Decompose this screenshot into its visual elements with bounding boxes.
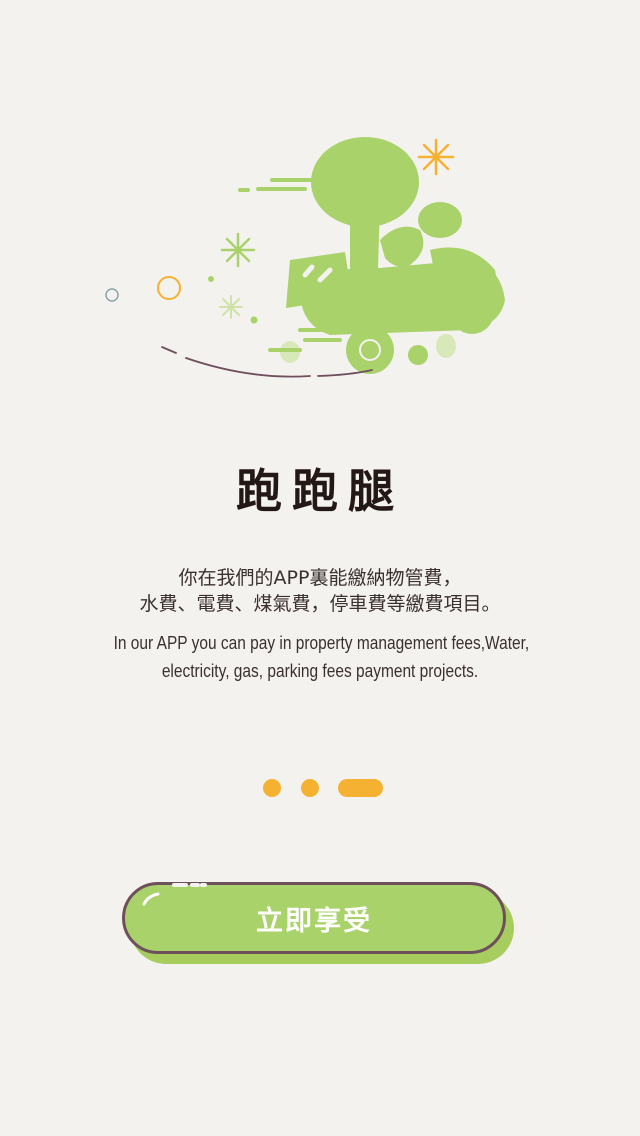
button-gloss-decoration	[142, 883, 207, 906]
description-zh: 你在我們的APP裏能繳納物管費， 水費、電費、煤氣費，停車費等繳費項目。	[60, 565, 580, 617]
cta-button-wrapper: 立即享受	[122, 882, 518, 970]
pagination-dot-2[interactable]	[301, 779, 319, 797]
delivery-scooter-illustration	[105, 137, 505, 378]
pagination-dot-3-active[interactable]	[338, 779, 383, 797]
description-zh-line-2: 水費、電費、煤氣費，停車費等繳費項目。	[139, 593, 501, 615]
description-en-line-2: electricity, gas, parking fees payment p…	[161, 661, 479, 681]
pagination-dots	[0, 779, 640, 797]
description-en-line-1: In our APP you can pay in property manag…	[113, 633, 530, 653]
page-title: 跑跑腿	[236, 464, 404, 518]
description-zh-line-1: 你在我們的APP裏能繳納物管費，	[178, 567, 462, 589]
description-en: In our APP you can pay in property manag…	[113, 629, 530, 685]
pagination-dot-1[interactable]	[263, 779, 281, 797]
